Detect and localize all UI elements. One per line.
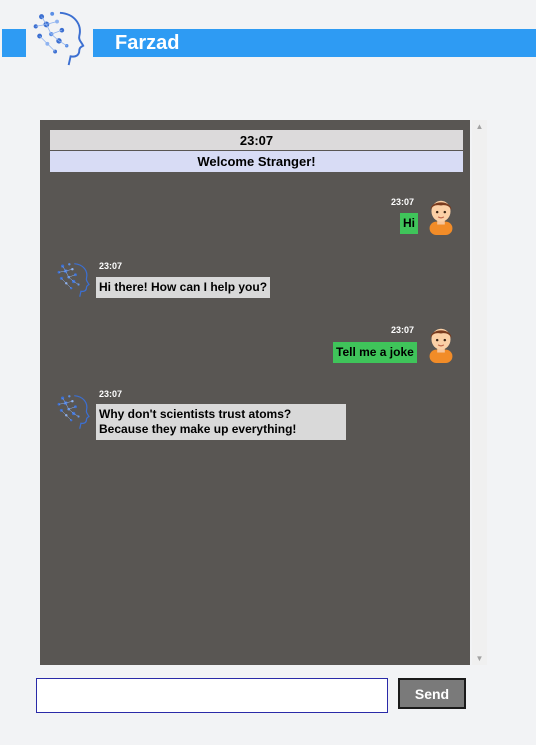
scroll-up-icon[interactable]: ▲ [475, 122, 484, 131]
scroll-down-icon[interactable]: ▼ [475, 654, 484, 663]
bot-avatar-icon [56, 262, 90, 298]
message-time: 23:07 [391, 197, 415, 207]
send-button[interactable]: Send [398, 678, 466, 709]
bot-message-bubble: Why don't scientists trust atoms? Becaus… [96, 404, 346, 440]
brand-name: Farzad [115, 32, 180, 54]
message-input[interactable] [36, 678, 388, 713]
message-time: 23:07 [99, 261, 123, 271]
bot-message-bubble: Hi there! How can I help you? [96, 277, 271, 298]
user-avatar-icon [429, 328, 453, 363]
message-time: 23:07 [99, 389, 123, 399]
user-message-bubble: Tell me a joke [333, 342, 417, 363]
header-accent-left [2, 29, 26, 57]
chat-welcome-message: Welcome Stranger! [50, 151, 463, 172]
user-message-bubble: Hi [400, 213, 418, 234]
ai-head-icon [32, 10, 85, 67]
chat-time-header: 23:07 [50, 130, 463, 150]
user-avatar-icon [429, 200, 453, 235]
chat-panel: 23:07 Welcome Stranger! 23:07 Hi 23:07 H… [40, 120, 470, 665]
bot-avatar-icon [56, 394, 90, 430]
message-time: 23:07 [391, 325, 415, 335]
chat-scrollbar[interactable]: ▲ ▼ [472, 120, 487, 665]
